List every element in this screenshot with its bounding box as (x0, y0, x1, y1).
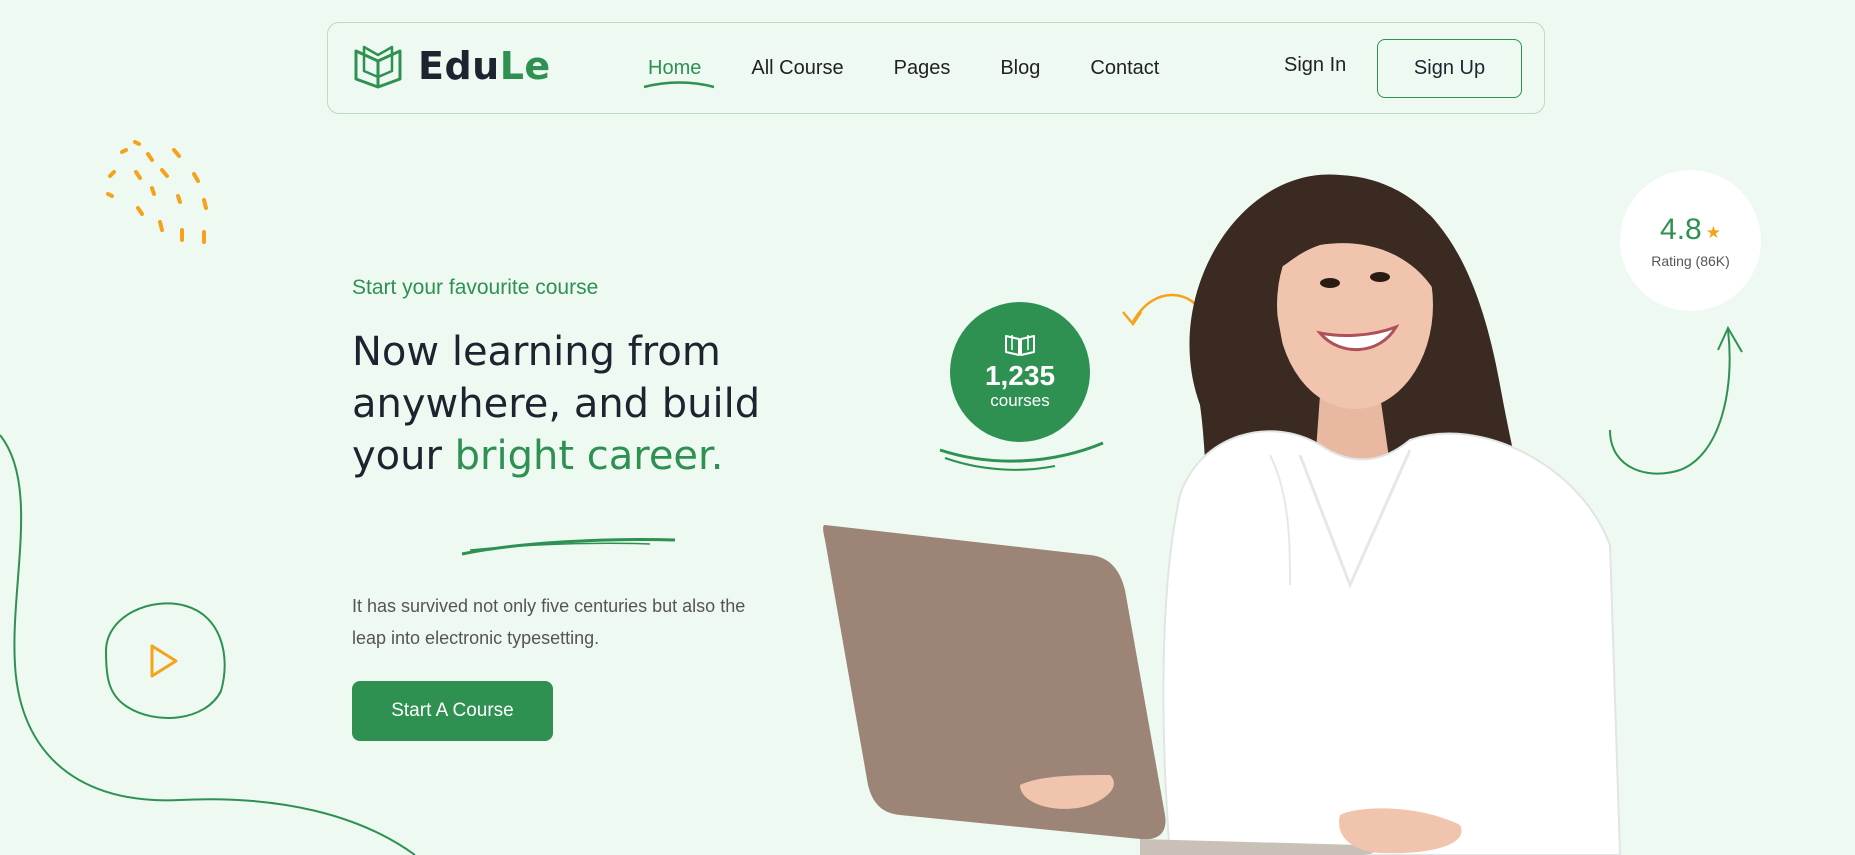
sign-up-button[interactable]: Sign Up (1377, 39, 1522, 98)
active-nav-underline (643, 80, 715, 88)
headline-underline-decoration (461, 538, 676, 556)
sign-in-link[interactable]: Sign In (1284, 54, 1346, 77)
nav-all-course[interactable]: All Course (751, 57, 843, 80)
open-book-icon (354, 45, 402, 89)
main-nav: Home All Course Pages Blog Contact (643, 23, 1209, 113)
orange-dots-decoration (106, 140, 208, 244)
rating-label: Rating (86K) (1651, 252, 1730, 269)
top-navbar: EduLe Home All Course Pages Blog Contact… (327, 22, 1545, 114)
star-icon: ★ (1705, 222, 1721, 242)
rating-value: 4.8 (1660, 212, 1702, 246)
hero-description: It has survived not only five centuries … (352, 596, 746, 648)
headline-highlight: bright career. (454, 433, 724, 479)
play-video-button[interactable] (96, 596, 232, 726)
brand-logo[interactable]: EduLe (352, 43, 551, 89)
nav-blog[interactable]: Blog (1000, 57, 1040, 80)
hero-eyebrow: Start your favourite course (352, 276, 599, 299)
hero-person-image (823, 174, 1622, 855)
nav-contact[interactable]: Contact (1090, 57, 1159, 80)
brand-name: EduLe (418, 44, 551, 88)
play-icon (150, 644, 178, 678)
rating-value-row: 4.8 ★ (1660, 213, 1721, 247)
nav-home[interactable]: Home (643, 57, 715, 88)
start-course-button[interactable]: Start A Course (352, 681, 553, 741)
nav-pages[interactable]: Pages (894, 57, 951, 80)
hero-headline: Now learning from anywhere, and build yo… (352, 329, 761, 479)
